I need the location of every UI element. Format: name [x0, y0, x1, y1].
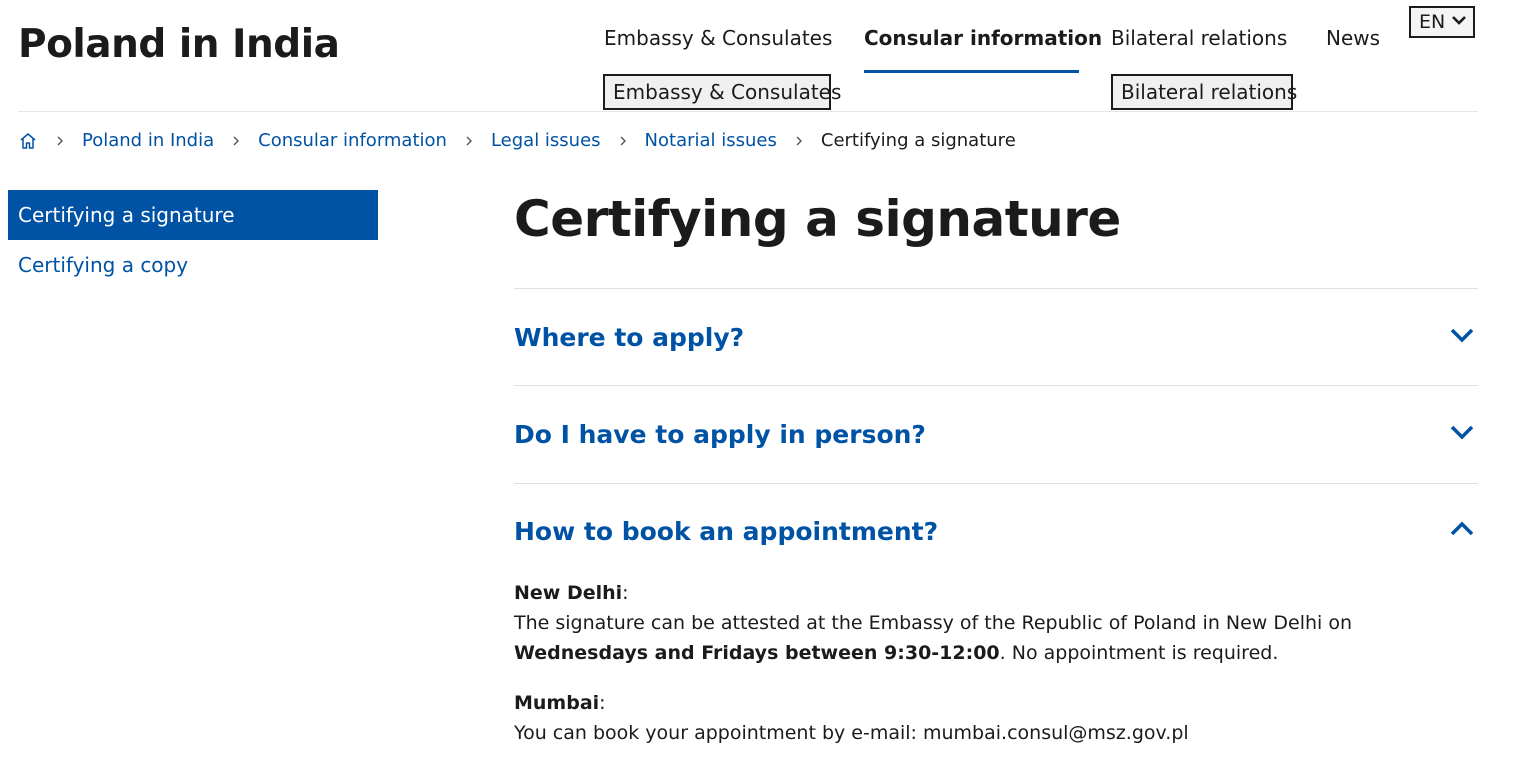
- chevron-down-icon: [1448, 418, 1478, 450]
- chevron-right-icon: [231, 135, 241, 147]
- chevron-right-icon: [464, 135, 474, 147]
- chevron-right-icon: [55, 135, 65, 147]
- site-title[interactable]: Poland in India: [18, 22, 340, 67]
- breadcrumb-link-poland-in-india[interactable]: Poland in India: [82, 130, 214, 151]
- breadcrumb-link-consular-information[interactable]: Consular information: [258, 130, 447, 151]
- accordion-item-apply-in-person[interactable]: Do I have to apply in person?: [514, 409, 1478, 459]
- submenu-toggle-bilateral-relations[interactable]: Bilateral relations: [1111, 74, 1297, 110]
- accordion-question: Where to apply?: [514, 322, 745, 352]
- accordion-divider: [514, 483, 1478, 484]
- language-label: EN: [1419, 11, 1446, 33]
- nav-news[interactable]: News: [1326, 26, 1380, 50]
- home-icon[interactable]: [18, 131, 38, 151]
- breadcrumb-link-legal-issues[interactable]: Legal issues: [491, 130, 601, 151]
- chevron-right-icon: [794, 135, 804, 147]
- city-heading-mumbai: Mumbai:: [514, 692, 606, 714]
- nav-consular-information[interactable]: Consular information: [864, 26, 1102, 50]
- chevron-down-icon: [1451, 11, 1467, 33]
- nav-active-indicator: [864, 70, 1079, 73]
- breadcrumb: Poland in India Consular information Leg…: [18, 130, 1016, 151]
- page-title: Certifying a signature: [514, 190, 1121, 248]
- nav-bilateral-relations[interactable]: Bilateral relations: [1111, 26, 1287, 50]
- language-selector[interactable]: EN: [1409, 6, 1475, 38]
- accordion-panel-book-appointment: New Delhi: The signature can be attested…: [514, 578, 1478, 748]
- city-heading-new-delhi: New Delhi:: [514, 582, 629, 604]
- accordion-question: How to book an appointment?: [514, 516, 939, 546]
- chevron-up-icon: [1448, 515, 1478, 547]
- accordion-item-where-to-apply[interactable]: Where to apply?: [514, 312, 1478, 362]
- nav-embassy-consulates[interactable]: Embassy & Consulates: [604, 26, 832, 50]
- sidebar-item-certifying-copy[interactable]: Certifying a copy: [8, 240, 378, 290]
- accordion-divider: [514, 385, 1478, 386]
- sidebar-item-certifying-signature[interactable]: Certifying a signature: [8, 190, 378, 240]
- new-delhi-info: The signature can be attested at the Emb…: [514, 612, 1353, 664]
- mumbai-info: You can book your appointment by e-mail:…: [514, 722, 1189, 744]
- header-divider: [18, 111, 1478, 112]
- breadcrumb-link-notarial-issues[interactable]: Notarial issues: [645, 130, 777, 151]
- breadcrumb-current: Certifying a signature: [820, 130, 1016, 151]
- submenu-toggle-embassy-consulates[interactable]: Embassy & Consulates: [603, 74, 841, 110]
- chevron-right-icon: [618, 135, 628, 147]
- sidebar-nav: Certifying a signature Certifying a copy: [8, 190, 378, 290]
- accordion-divider: [514, 288, 1478, 289]
- accordion-item-book-appointment[interactable]: How to book an appointment?: [514, 506, 1478, 556]
- chevron-down-icon: [1448, 321, 1478, 353]
- accordion-question: Do I have to apply in person?: [514, 419, 926, 449]
